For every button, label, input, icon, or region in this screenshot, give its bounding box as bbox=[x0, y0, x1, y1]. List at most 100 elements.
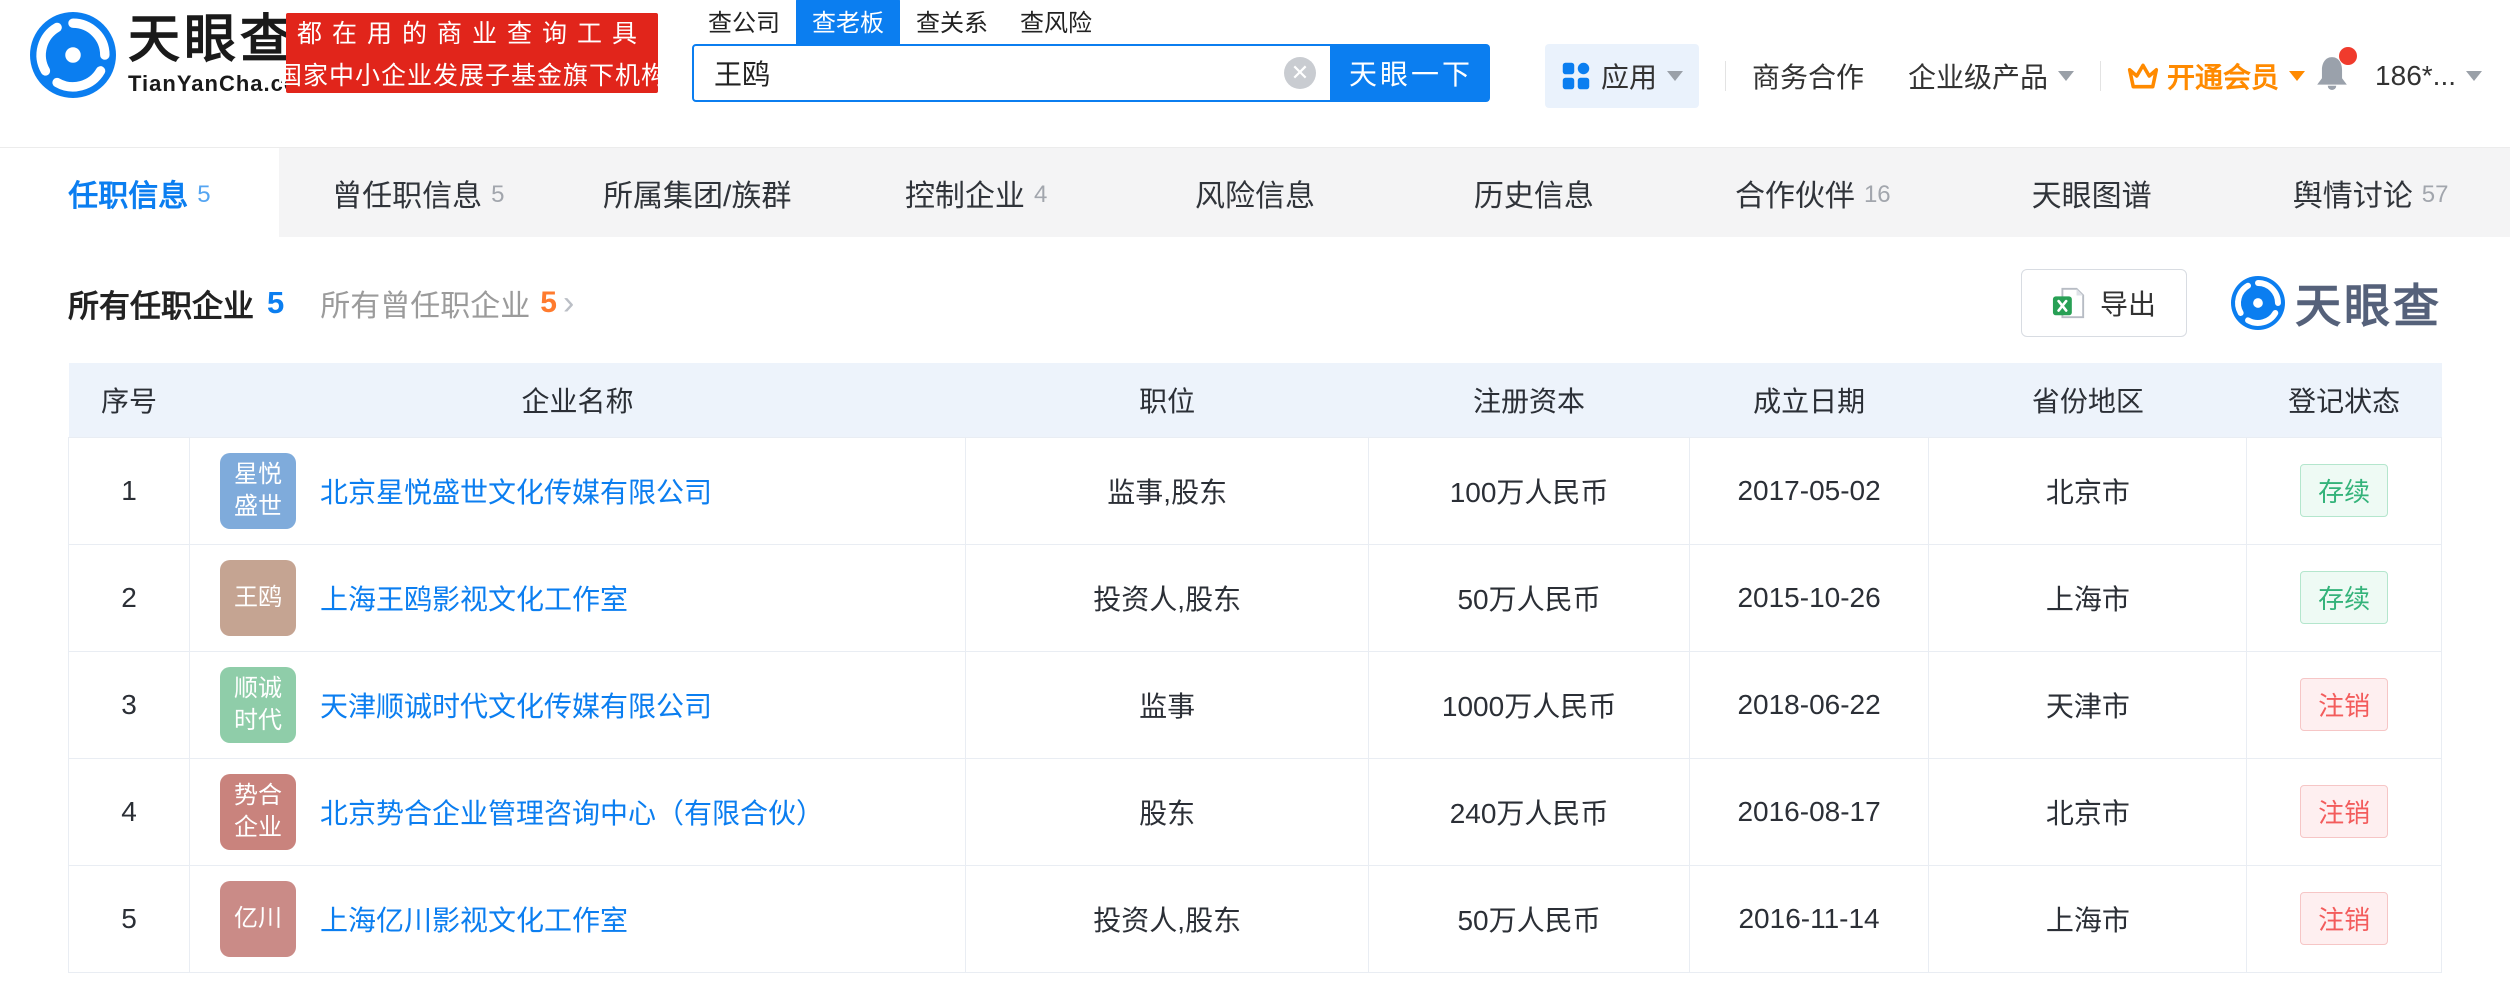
former-companies-label: 所有曾任职企业 bbox=[320, 290, 531, 323]
company-link[interactable]: 上海王鸥影视文化工作室 bbox=[320, 578, 628, 618]
cell-date: 2016-11-14 bbox=[1688, 864, 1930, 973]
detail-tab[interactable]: 合作伙伴 16 bbox=[1673, 148, 1952, 237]
detail-tab[interactable]: 所属集团/族群 bbox=[558, 148, 837, 237]
detail-tab-label: 风险信息 bbox=[1195, 179, 1315, 213]
column-header: 省份地区 bbox=[1928, 363, 2247, 437]
cell-company: 势合 企业 北京势合企业管理咨询中心（有限合伙） bbox=[190, 773, 965, 850]
column-header: 企业名称 bbox=[189, 363, 966, 437]
status-badge: 存续 bbox=[2300, 571, 2389, 624]
tianyancha-swirl-icon bbox=[30, 12, 116, 98]
vip-upgrade-button[interactable]: 开通会员 bbox=[2127, 56, 2306, 96]
detail-tab-label: 曾任职信息 bbox=[332, 179, 483, 213]
apps-menu-label: 应用 bbox=[1600, 62, 1657, 93]
vip-label: 开通会员 bbox=[2167, 62, 2280, 93]
apps-menu-button[interactable]: 应用 bbox=[1544, 44, 1699, 108]
detail-tab[interactable]: 舆情讨论 57 bbox=[2231, 148, 2510, 237]
chevron-down-icon bbox=[1667, 71, 1683, 81]
cell-date: 2015-10-26 bbox=[1688, 543, 1930, 652]
tianyancha-watermark: 天眼查 bbox=[2231, 270, 2442, 336]
detail-tab-label: 所属集团/族群 bbox=[603, 179, 792, 213]
search-scope-tab[interactable]: 查老板 bbox=[796, 0, 900, 44]
cell-region: 上海市 bbox=[1928, 864, 2248, 973]
cell-position: 监事,股东 bbox=[964, 436, 1370, 545]
tianyancha-logo[interactable]: 天眼查 TianYanCha.com bbox=[30, 12, 319, 98]
company-logo-badge: 王鸥 bbox=[220, 559, 297, 636]
chevron-right-icon: › bbox=[562, 284, 575, 322]
export-label: 导出 bbox=[2099, 289, 2156, 320]
cell-company: 王鸥 上海王鸥影视文化工作室 bbox=[190, 559, 965, 636]
cell-capital: 240万人民币 bbox=[1368, 757, 1690, 866]
cell-capital: 1000万人民币 bbox=[1368, 650, 1690, 759]
promo-banner-line2: 国家中小企业发展子基金旗下机构 bbox=[277, 62, 668, 90]
company-link[interactable]: 天津顺诚时代文化传媒有限公司 bbox=[320, 685, 712, 725]
cell-status: 注销 bbox=[2246, 650, 2442, 759]
nav-divider bbox=[1725, 61, 1726, 91]
detail-tab[interactable]: 历史信息 bbox=[1394, 148, 1673, 237]
export-button[interactable]: 导出 bbox=[2020, 269, 2187, 337]
status-badge: 注销 bbox=[2300, 892, 2389, 945]
cell-index: 1 bbox=[67, 436, 191, 545]
nav-item-enterprise[interactable]: 企业级产品 bbox=[1908, 56, 2075, 96]
detail-tab[interactable]: 控制企业 4 bbox=[837, 148, 1116, 237]
cell-date: 2017-05-02 bbox=[1688, 436, 1930, 545]
cell-status: 注销 bbox=[2246, 757, 2442, 866]
promo-banner: 都在用的商业查询工具 国家中小企业发展子基金旗下机构 bbox=[277, 13, 666, 93]
search-button[interactable]: 天眼一下 bbox=[1332, 44, 1490, 102]
detail-tab[interactable]: 任职信息 5 bbox=[0, 148, 279, 237]
search-scope-tab[interactable]: 查公司 bbox=[692, 0, 796, 44]
table-row: 2 王鸥 上海王鸥影视文化工作室 投资人,股东 50万人民币 2015-10-2… bbox=[67, 543, 2442, 652]
cell-date: 2018-06-22 bbox=[1688, 650, 1930, 759]
cell-capital: 50万人民币 bbox=[1368, 543, 1690, 652]
companies-table: 序号 企业名称 职位 注册资本 成立日期 省份地区 登记状态 1 星悦 盛世 北京星悦盛世文化… bbox=[67, 363, 2442, 973]
cell-position: 投资人,股东 bbox=[964, 543, 1370, 652]
nav-divider bbox=[2100, 61, 2102, 91]
clear-search-icon[interactable]: ✕ bbox=[1284, 57, 1316, 89]
section-title: 所有任职企业 bbox=[68, 288, 254, 324]
chevron-down-icon bbox=[2289, 71, 2306, 81]
cell-company: 星悦 盛世 北京星悦盛世文化传媒有限公司 bbox=[190, 452, 965, 529]
company-link[interactable]: 北京星悦盛世文化传媒有限公司 bbox=[320, 471, 712, 511]
search-scope-tab[interactable]: 查关系 bbox=[900, 0, 1004, 44]
chevron-down-icon bbox=[2058, 71, 2075, 81]
account-menu[interactable]: 186*... bbox=[2375, 60, 2482, 92]
cell-capital: 50万人民币 bbox=[1368, 864, 1690, 973]
detail-tab-label: 合作伙伴 bbox=[1734, 179, 1855, 213]
column-header: 注册资本 bbox=[1368, 363, 1690, 437]
column-header: 登记状态 bbox=[2246, 363, 2442, 437]
cell-index: 2 bbox=[67, 543, 191, 652]
search-input[interactable] bbox=[694, 57, 1284, 89]
crown-icon bbox=[2127, 63, 2159, 89]
table-header-row: 序号 企业名称 职位 注册资本 成立日期 省份地区 登记状态 bbox=[68, 363, 2442, 437]
former-companies-link[interactable]: 所有曾任职企业 5 › bbox=[320, 281, 574, 325]
detail-tab[interactable]: 风险信息 bbox=[1116, 148, 1395, 237]
search-scope-tab[interactable]: 查风险 bbox=[1004, 0, 1108, 44]
detail-tab[interactable]: 曾任职信息 5 bbox=[279, 148, 558, 237]
company-link[interactable]: 北京势合企业管理咨询中心（有限合伙） bbox=[320, 792, 824, 832]
detail-tab-count: 5 bbox=[491, 181, 505, 208]
company-logo-badge: 顺诚 时代 bbox=[220, 666, 297, 743]
tianyancha-swirl-icon bbox=[2231, 276, 2285, 330]
cell-index: 5 bbox=[67, 864, 191, 973]
cell-position: 投资人,股东 bbox=[964, 864, 1370, 973]
cell-region: 北京市 bbox=[1928, 436, 2248, 545]
detail-tab-label: 控制企业 bbox=[904, 179, 1025, 213]
detail-tab-label: 天眼图谱 bbox=[2031, 179, 2152, 213]
section-header: 所有任职企业 5 所有曾任职企业 5 › 导出 天眼查 bbox=[68, 237, 2442, 363]
cell-index: 4 bbox=[67, 757, 191, 866]
cell-status: 存续 bbox=[2246, 543, 2442, 652]
search-area: 查公司 查老板 查关系 查风险 ✕ 天眼一下 bbox=[692, 0, 1490, 102]
detail-tab[interactable]: 天眼图谱 bbox=[1952, 148, 2231, 237]
detail-tab-label: 任职信息 bbox=[68, 179, 189, 213]
top-nav: 应用 商务合作 企业级产品 开通会员 186*... bbox=[1544, 44, 2482, 108]
top-header: 天眼查 TianYanCha.com 都在用的商业查询工具 国家中小企业发展子基… bbox=[0, 0, 2510, 147]
cell-date: 2016-08-17 bbox=[1688, 757, 1930, 866]
detail-tab-strip: 任职信息 5 曾任职信息 5 所属集团/族群 控制企业 4 风险信息 历史信息 … bbox=[0, 147, 2510, 237]
detail-tab-count: 57 bbox=[2421, 181, 2449, 208]
notifications-button[interactable] bbox=[2315, 46, 2358, 98]
nav-item-cooperation[interactable]: 商务合作 bbox=[1752, 56, 1864, 96]
cell-position: 股东 bbox=[964, 757, 1370, 866]
search-tabs: 查公司 查老板 查关系 查风险 bbox=[692, 0, 1490, 44]
company-link[interactable]: 上海亿川影视文化工作室 bbox=[320, 899, 628, 939]
table-row: 3 顺诚 时代 天津顺诚时代文化传媒有限公司 监事 1000万人民币 2018-0… bbox=[67, 650, 2442, 759]
chevron-down-icon bbox=[2466, 71, 2482, 81]
